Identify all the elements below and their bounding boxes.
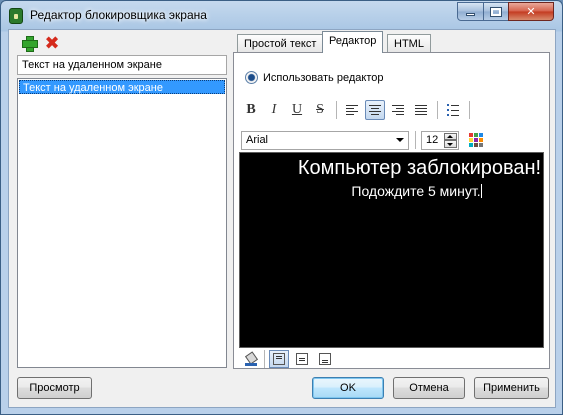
strikethrough-button[interactable]: S: [310, 100, 330, 120]
title-bar[interactable]: Редактор блокировщика экрана ✕: [1, 1, 562, 29]
align-center-icon: [369, 105, 381, 115]
ok-button[interactable]: OK: [312, 377, 384, 399]
text-caret: [480, 184, 482, 198]
palette-swatch: [479, 143, 483, 147]
palette-swatch: [469, 138, 473, 142]
decrement-icon[interactable]: [444, 140, 457, 148]
align-center-button[interactable]: [365, 100, 385, 120]
palette-swatch: [474, 138, 478, 142]
minimize-icon: [466, 13, 475, 16]
palette-swatch: [469, 143, 473, 147]
window-title: Редактор блокировщика экрана: [30, 8, 207, 22]
formatting-toolbar: B I U S: [241, 99, 475, 121]
toolbar-separator: [437, 101, 438, 119]
editor-bottom-toolbar: [241, 350, 338, 368]
valign-middle-icon: [296, 353, 308, 365]
item-name-input[interactable]: [17, 55, 227, 75]
close-button[interactable]: ✕: [508, 2, 554, 21]
font-size-value: 12: [426, 133, 439, 146]
preview-button[interactable]: Просмотр: [17, 377, 92, 399]
color-palette-icon[interactable]: [469, 133, 483, 147]
editor-line-2-text: Подождите 5 минут.: [351, 183, 481, 199]
valign-bottom-icon: [319, 353, 331, 365]
font-toolbar: Arial 12: [241, 130, 483, 150]
bullet-list-icon: [447, 103, 459, 116]
bullet-list-button[interactable]: [443, 100, 463, 120]
chevron-down-icon: [396, 137, 404, 142]
font-size-spinner[interactable]: 12: [421, 130, 459, 150]
align-left-icon: [346, 105, 358, 115]
valign-middle-button[interactable]: [292, 350, 312, 368]
toolbar-separator: [264, 350, 265, 368]
minimize-button[interactable]: [457, 2, 484, 21]
underline-button[interactable]: U: [287, 100, 307, 120]
font-family-select[interactable]: Arial: [241, 130, 409, 150]
add-icon[interactable]: [21, 35, 38, 52]
valign-top-button[interactable]: [269, 350, 289, 368]
palette-swatch: [479, 138, 483, 142]
align-left-button[interactable]: [342, 100, 362, 120]
cancel-button[interactable]: Отмена: [393, 377, 465, 399]
palette-swatch: [474, 143, 478, 147]
editor-line-2: Подождите 5 минут.: [240, 183, 543, 199]
lock-app-icon: [9, 8, 23, 24]
editor-tab-panel: Использовать редактор B I U S Arial 12 К…: [233, 52, 550, 369]
palette-swatch: [469, 133, 473, 137]
close-icon: ✕: [526, 6, 536, 18]
editor-line-1: Компьютер заблокирован!: [297, 157, 542, 179]
tab-plain-text[interactable]: Простой текст: [237, 34, 324, 53]
palette-swatch: [474, 133, 478, 137]
tab-html[interactable]: HTML: [387, 34, 431, 53]
font-family-value: Arial: [246, 133, 269, 146]
toolbar-separator: [469, 101, 470, 119]
valign-bottom-button[interactable]: [315, 350, 335, 368]
palette-swatch: [479, 133, 483, 137]
valign-top-icon: [273, 353, 285, 365]
toolbar-separator: [336, 101, 337, 119]
paint-bucket-icon: [245, 352, 257, 366]
toolbar-separator: [415, 131, 416, 149]
align-right-icon: [392, 105, 404, 115]
apply-button[interactable]: Применить: [474, 377, 549, 399]
delete-icon[interactable]: ✖: [44, 34, 60, 52]
fill-color-button[interactable]: [241, 350, 261, 368]
use-editor-label: Использовать редактор: [263, 71, 384, 84]
bold-button[interactable]: B: [241, 100, 261, 120]
increment-icon[interactable]: [444, 132, 457, 140]
tab-editor[interactable]: Редактор: [322, 31, 384, 53]
italic-button[interactable]: I: [264, 100, 284, 120]
use-editor-radio[interactable]: [245, 71, 258, 84]
align-right-button[interactable]: [388, 100, 408, 120]
dialog-client-area: ✖ Текст на удаленном экране Простой текс…: [8, 29, 556, 408]
use-editor-option[interactable]: Использовать редактор: [245, 71, 383, 84]
dialog-window: Редактор блокировщика экрана ✕ ✖ Текст н…: [0, 0, 563, 415]
maximize-icon: [490, 6, 502, 17]
list-item[interactable]: Текст на удаленном экране: [19, 80, 225, 94]
items-listbox[interactable]: Текст на удаленном экране: [17, 78, 227, 368]
rich-text-editor[interactable]: Компьютер заблокирован! Подождите 5 мину…: [239, 152, 544, 348]
align-justify-icon: [415, 105, 427, 115]
align-justify-button[interactable]: [411, 100, 431, 120]
maximize-button[interactable]: [483, 2, 509, 21]
